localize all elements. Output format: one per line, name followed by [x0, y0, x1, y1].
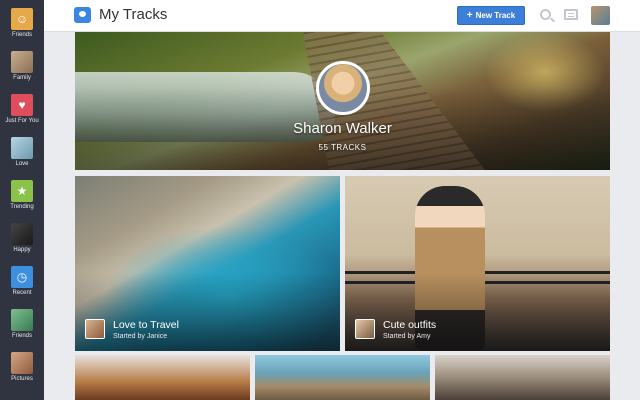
clock-icon: ◷ [11, 266, 33, 288]
topbar: My Tracks + New Track [44, 0, 640, 32]
page-title: My Tracks [99, 6, 168, 23]
heart-icon: ♥ [11, 94, 33, 116]
profile-hero: Sharon Walker 55 TRACKS [75, 32, 610, 170]
avatar[interactable] [591, 6, 610, 25]
sidebar-item-family[interactable]: Family [0, 43, 44, 85]
sidebar: ☺ Friends Family ♥ Just For You Love ★ T… [0, 0, 44, 400]
track-card-dessert[interactable] [75, 355, 250, 400]
sidebar-item-friends[interactable]: ☺ Friends [0, 0, 44, 42]
card-subtitle: Started by Amy [383, 333, 431, 340]
track-card-pet[interactable] [435, 355, 610, 400]
new-track-label: New Track [475, 11, 516, 20]
friends-icon: ☺ [11, 8, 33, 30]
card-title: Love to Travel [113, 319, 179, 331]
track-card-travel[interactable]: Love to Travel Started by Janice [75, 176, 340, 351]
sidebar-item-recent[interactable]: ◷ Recent [0, 258, 44, 300]
tracks-count: 55 TRACKS [318, 143, 367, 152]
sidebar-item-love[interactable]: Love [0, 129, 44, 171]
happy-thumb [11, 223, 33, 245]
family-thumb [11, 51, 33, 73]
pictures-thumb [11, 352, 33, 374]
plus-icon: + [466, 10, 473, 21]
card-subtitle: Started by Janice [113, 333, 168, 340]
card-title: Cute outfits [383, 319, 437, 331]
sidebar-item-just-for-you[interactable]: ♥ Just For You [0, 86, 44, 128]
star-icon: ★ [11, 180, 33, 202]
news-icon[interactable] [564, 9, 578, 20]
friends-thumb [11, 309, 33, 331]
profile-name: Sharon Walker [293, 120, 392, 137]
search-icon[interactable] [540, 9, 551, 20]
track-card-dock[interactable] [255, 355, 430, 400]
track-card-outfits[interactable]: Cute outfits Started by Amy [345, 176, 610, 351]
card-avatar [355, 319, 375, 339]
card-avatar [85, 319, 105, 339]
profile-avatar[interactable] [316, 61, 370, 115]
love-thumb [11, 137, 33, 159]
app-logo-icon[interactable] [74, 7, 91, 23]
sidebar-item-pictures[interactable]: Pictures [0, 344, 44, 386]
sidebar-item-friends-2[interactable]: Friends [0, 301, 44, 343]
sidebar-item-happy[interactable]: Happy [0, 215, 44, 257]
new-track-button[interactable]: + New Track [457, 6, 525, 25]
sidebar-item-trending[interactable]: ★ Trending [0, 172, 44, 214]
